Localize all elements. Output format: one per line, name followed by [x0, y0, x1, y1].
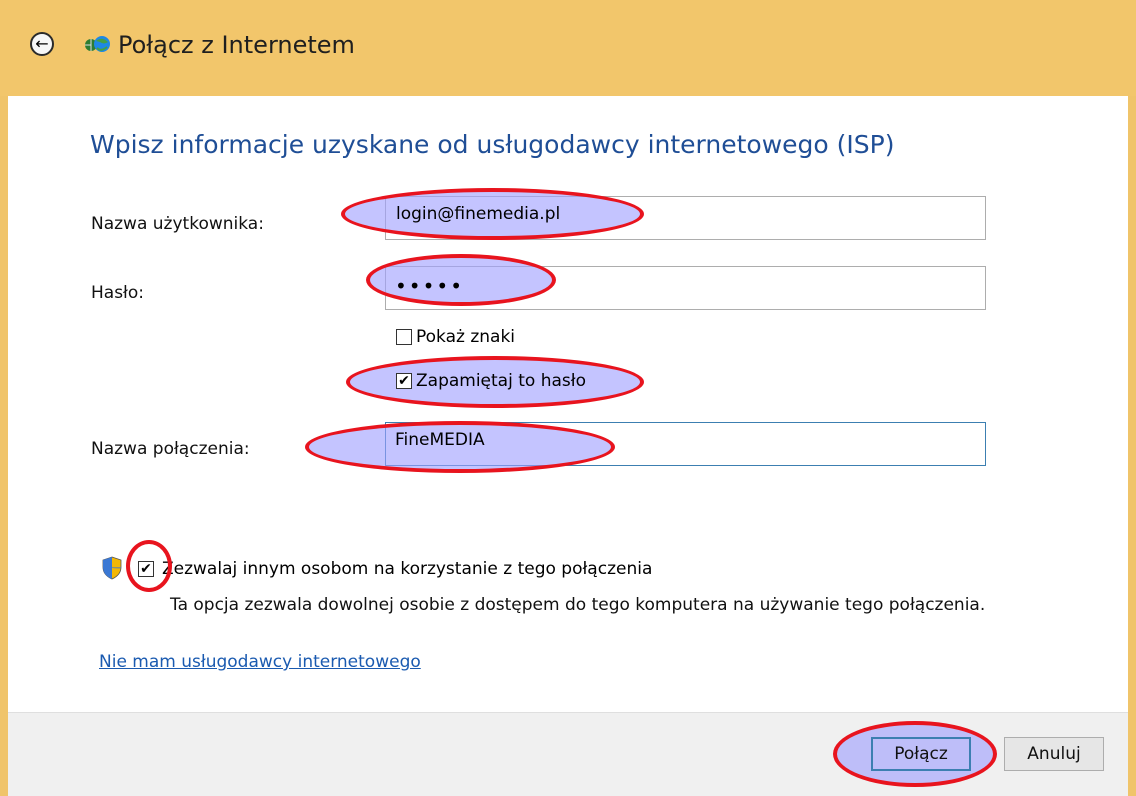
page-heading: Wpisz informacje uzyskane od usługodawcy…: [90, 130, 895, 159]
remember-row[interactable]: ✔ Zapamiętaj to hasło: [396, 371, 586, 391]
password-label: Hasło:: [91, 283, 145, 303]
allow-others-checkbox[interactable]: ✔: [138, 561, 154, 577]
check-mark-icon: ✔: [140, 561, 152, 577]
connect-to-internet-window: ← Połącz z Internetem Wpisz informacje u…: [0, 0, 1136, 796]
show-chars-row[interactable]: Pokaż znaki: [396, 327, 515, 347]
no-isp-link[interactable]: Nie mam usługodawcy internetowego: [99, 652, 421, 672]
username-label: Nazwa użytkownika:: [91, 214, 264, 234]
back-button[interactable]: ←: [30, 32, 54, 56]
back-arrow-icon: ←: [35, 34, 49, 53]
uac-shield-icon: [102, 556, 122, 580]
allow-others-description: Ta opcja zezwala dowolnej osobie z dostę…: [170, 595, 986, 615]
remember-label: Zapamiętaj to hasło: [416, 371, 586, 391]
connect-button[interactable]: Połącz: [871, 737, 971, 771]
check-mark-icon: ✔: [398, 373, 410, 389]
allow-others-row[interactable]: ✔ Zezwalaj innym osobom na korzystanie z…: [138, 559, 652, 579]
window-title: Połącz z Internetem: [118, 31, 355, 59]
remember-checkbox[interactable]: ✔: [396, 373, 412, 389]
show-chars-checkbox[interactable]: [396, 329, 412, 345]
password-input[interactable]: [385, 266, 986, 310]
title-bar: ← Połącz z Internetem: [0, 0, 1136, 96]
allow-others-label: Zezwalaj innym osobom na korzystanie z t…: [162, 559, 653, 579]
connection-name-value: FineMEDIA: [395, 430, 485, 450]
username-value: login@finemedia.pl: [396, 204, 561, 224]
connection-name-label: Nazwa połączenia:: [91, 439, 250, 459]
network-globe-icon: [85, 36, 110, 52]
dialog-content: Wpisz informacje uzyskane od usługodawcy…: [8, 96, 1128, 712]
dialog-footer: Połącz Anuluj: [8, 712, 1128, 796]
password-value: •••••: [395, 274, 464, 298]
cancel-button[interactable]: Anuluj: [1004, 737, 1104, 771]
show-chars-label: Pokaż znaki: [416, 327, 516, 347]
